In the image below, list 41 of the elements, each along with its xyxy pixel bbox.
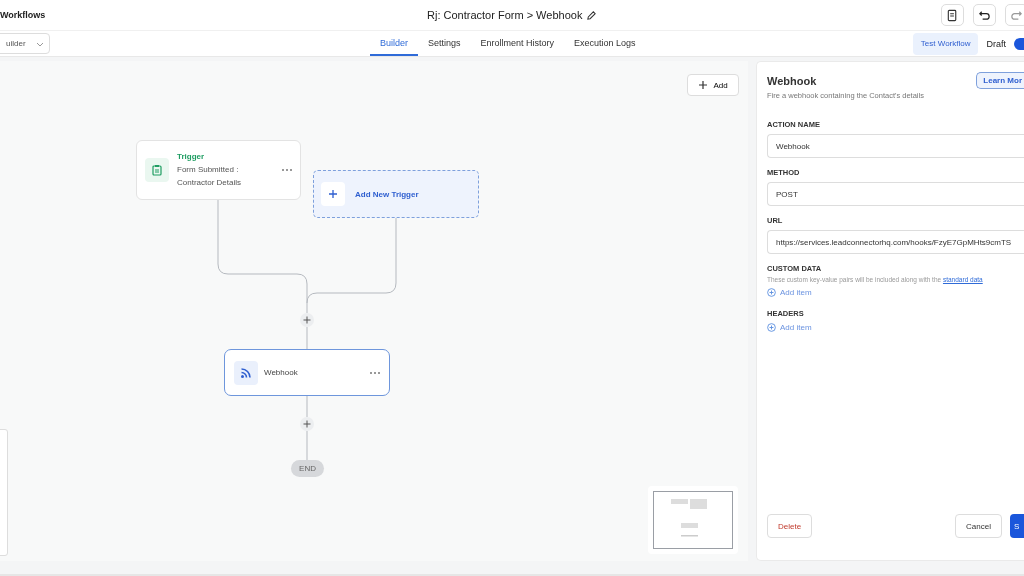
end-marker: END	[291, 460, 324, 477]
save-button[interactable]: S	[1010, 514, 1024, 538]
document-icon	[946, 8, 959, 22]
plus-circle-icon	[767, 323, 776, 332]
learn-more-button[interactable]: Learn Mor	[976, 72, 1024, 89]
input-field[interactable]: https://services.leadconnectorhq.com/hooks/FzyE7GpMHts9cmTS	[767, 230, 1024, 254]
add-step-icon[interactable]	[300, 313, 314, 327]
delete-button[interactable]: Delete	[767, 514, 813, 538]
draft-label: Draft	[986, 38, 1006, 49]
notes-icon-button[interactable]	[941, 4, 964, 26]
plus-icon	[698, 80, 709, 90]
add-trigger-node[interactable]: Add New Trigger	[313, 170, 479, 218]
input-field[interactable]: POST	[767, 182, 1024, 206]
action-label: Webhook	[264, 368, 299, 377]
view-select[interactable]: uilder	[0, 33, 50, 54]
add-button[interactable]: Add	[687, 74, 739, 96]
undo-button[interactable]	[973, 4, 996, 26]
add-step-icon[interactable]	[300, 417, 314, 431]
edit-icon[interactable]	[586, 9, 598, 21]
clipboard-icon	[145, 158, 169, 182]
add-trigger-label: Add New Trigger	[355, 189, 419, 199]
webhook-node[interactable]: Webhook	[224, 349, 390, 396]
trigger-title: Trigger	[177, 151, 206, 161]
input-field[interactable]: Webhook	[767, 134, 1024, 158]
plus-icon	[321, 182, 345, 206]
rss-icon	[234, 360, 258, 385]
trigger-description: Form Submitted : Contractor Details	[177, 163, 243, 189]
workflow-title: Rj: Contractor Form > Webhook	[427, 9, 583, 21]
trigger-node[interactable]: Trigger Form Submitted : Contractor Details	[136, 140, 301, 200]
tab[interactable]: Settings	[418, 31, 471, 56]
test-workflow-button[interactable]: Test Workflow	[912, 32, 979, 55]
redo-button[interactable]	[1005, 4, 1024, 26]
panel-title: Webhook	[767, 74, 817, 87]
tab[interactable]: Execution Logs	[564, 31, 646, 56]
connector-line	[306, 395, 308, 461]
minimap[interactable]	[648, 486, 738, 554]
tab[interactable]: Enrollment History	[470, 31, 565, 56]
connector-line	[306, 326, 308, 350]
cancel-button[interactable]: Cancel	[955, 514, 1002, 538]
app-title: Workflows	[0, 10, 46, 20]
plus-circle-icon	[767, 288, 776, 297]
